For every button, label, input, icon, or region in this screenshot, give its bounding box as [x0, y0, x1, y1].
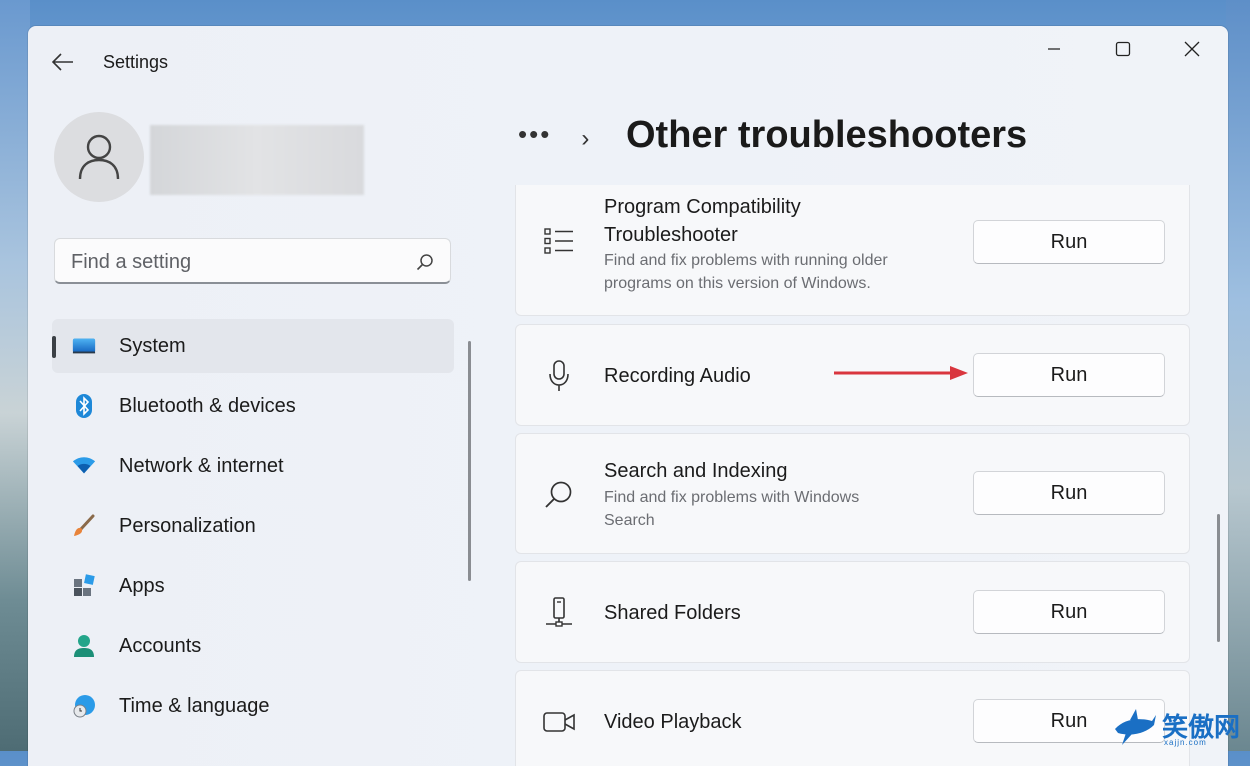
- sidebar-item-label: Time & language: [119, 694, 270, 717]
- user-icon: [78, 134, 120, 180]
- troubleshooter-title: Video Playback: [604, 711, 742, 733]
- run-button-recording-audio[interactable]: Run: [973, 353, 1165, 397]
- network-drive-icon: [542, 596, 576, 630]
- breadcrumb: ••• ›: [518, 114, 589, 164]
- sidebar-item-network[interactable]: Network & internet: [52, 439, 454, 493]
- red-arrow-annotation: [834, 366, 968, 380]
- sidebar-item-personalization[interactable]: Personalization: [52, 499, 454, 553]
- brush-icon: [72, 514, 96, 538]
- troubleshooter-title: Shared Folders: [604, 602, 741, 624]
- chevron-right-icon: ›: [581, 125, 590, 152]
- close-icon: [1184, 41, 1200, 57]
- sidebar-item-label: Network & internet: [119, 454, 284, 477]
- sidebar-item-label: Accounts: [119, 634, 202, 657]
- shark-logo-icon: [1115, 708, 1156, 745]
- search-placeholder: Find a setting: [71, 251, 192, 273]
- troubleshooter-item-program-compatibility: Program Compatibility Troubleshooter Fin…: [515, 185, 1190, 316]
- search-icon: [416, 254, 433, 271]
- maximize-button[interactable]: [1100, 38, 1146, 60]
- search-input[interactable]: Find a setting: [54, 238, 451, 284]
- accounts-icon: [72, 634, 96, 658]
- troubleshooter-description: Find and fix problems with Windows Searc…: [604, 489, 860, 529]
- sidebar-item-time-language[interactable]: Time & language: [52, 679, 454, 733]
- minimize-icon: [1048, 48, 1060, 50]
- wifi-icon: [72, 454, 96, 478]
- avatar[interactable]: [54, 112, 144, 202]
- user-name-redacted: [150, 125, 364, 195]
- troubleshooter-description: Find and fix problems with running older…: [604, 252, 888, 292]
- watermark: 笑傲网 xajjn.com: [1112, 700, 1250, 751]
- desktop-wallpaper-right: [1226, 0, 1250, 751]
- desktop-wallpaper-left: [0, 0, 30, 751]
- sidebar-item-label: Bluetooth & devices: [119, 394, 296, 417]
- window-title: Settings: [103, 52, 169, 72]
- troubleshooter-item-shared-folders: Shared Folders Run: [515, 561, 1190, 663]
- troubleshooter-list: Program Compatibility Troubleshooter Fin…: [514, 185, 1192, 766]
- troubleshooter-title: Search and Indexing: [604, 460, 788, 482]
- troubleshooter-title: Recording Audio: [604, 365, 751, 387]
- breadcrumb-more-button[interactable]: •••: [518, 119, 551, 150]
- sidebar-item-bluetooth[interactable]: Bluetooth & devices: [52, 379, 454, 433]
- back-arrow-icon: [52, 53, 73, 71]
- troubleshooter-title: Program Compatibility Troubleshooter: [604, 196, 801, 246]
- video-camera-icon: [542, 705, 576, 739]
- sidebar-nav: System Bluetooth & devices Network & int…: [52, 319, 454, 739]
- sidebar-item-label: System: [119, 334, 186, 357]
- title-bar: Settings: [28, 26, 1228, 96]
- content-scrollbar[interactable]: [1217, 514, 1220, 642]
- troubleshooter-item-recording-audio: Recording Audio Run: [515, 324, 1190, 426]
- system-icon: [72, 334, 96, 358]
- run-button-program-compatibility[interactable]: Run: [973, 220, 1165, 264]
- active-indicator: [52, 336, 56, 358]
- sidebar-item-apps[interactable]: Apps: [52, 559, 454, 613]
- globe-clock-icon: [72, 694, 96, 718]
- run-button-shared-folders[interactable]: Run: [973, 590, 1165, 634]
- troubleshooter-item-search-indexing: Search and Indexing Find and fix problem…: [515, 433, 1190, 554]
- maximize-icon: [1115, 41, 1131, 57]
- close-button[interactable]: [1169, 38, 1215, 60]
- run-button-search-indexing[interactable]: Run: [973, 471, 1165, 515]
- back-button[interactable]: [50, 50, 76, 74]
- sidebar-scrollbar[interactable]: [468, 341, 471, 581]
- troubleshooter-item-video-playback: Video Playback Run: [515, 670, 1190, 766]
- page-title: Other troubleshooters: [626, 114, 1028, 156]
- microphone-icon: [542, 359, 576, 393]
- minimize-button[interactable]: [1031, 38, 1077, 60]
- apps-icon: [72, 574, 96, 598]
- search-icon: [542, 478, 576, 512]
- settings-window: Settings Find a setting System Bluetooth…: [28, 26, 1228, 766]
- sidebar-item-label: Apps: [119, 574, 165, 597]
- watermark-subtext: xajjn.com: [1164, 738, 1207, 747]
- sidebar-item-label: Personalization: [119, 514, 256, 537]
- sidebar-item-accounts[interactable]: Accounts: [52, 619, 454, 673]
- bluetooth-icon: [72, 394, 96, 418]
- list-icon: [542, 224, 576, 258]
- sidebar-item-system[interactable]: System: [52, 319, 454, 373]
